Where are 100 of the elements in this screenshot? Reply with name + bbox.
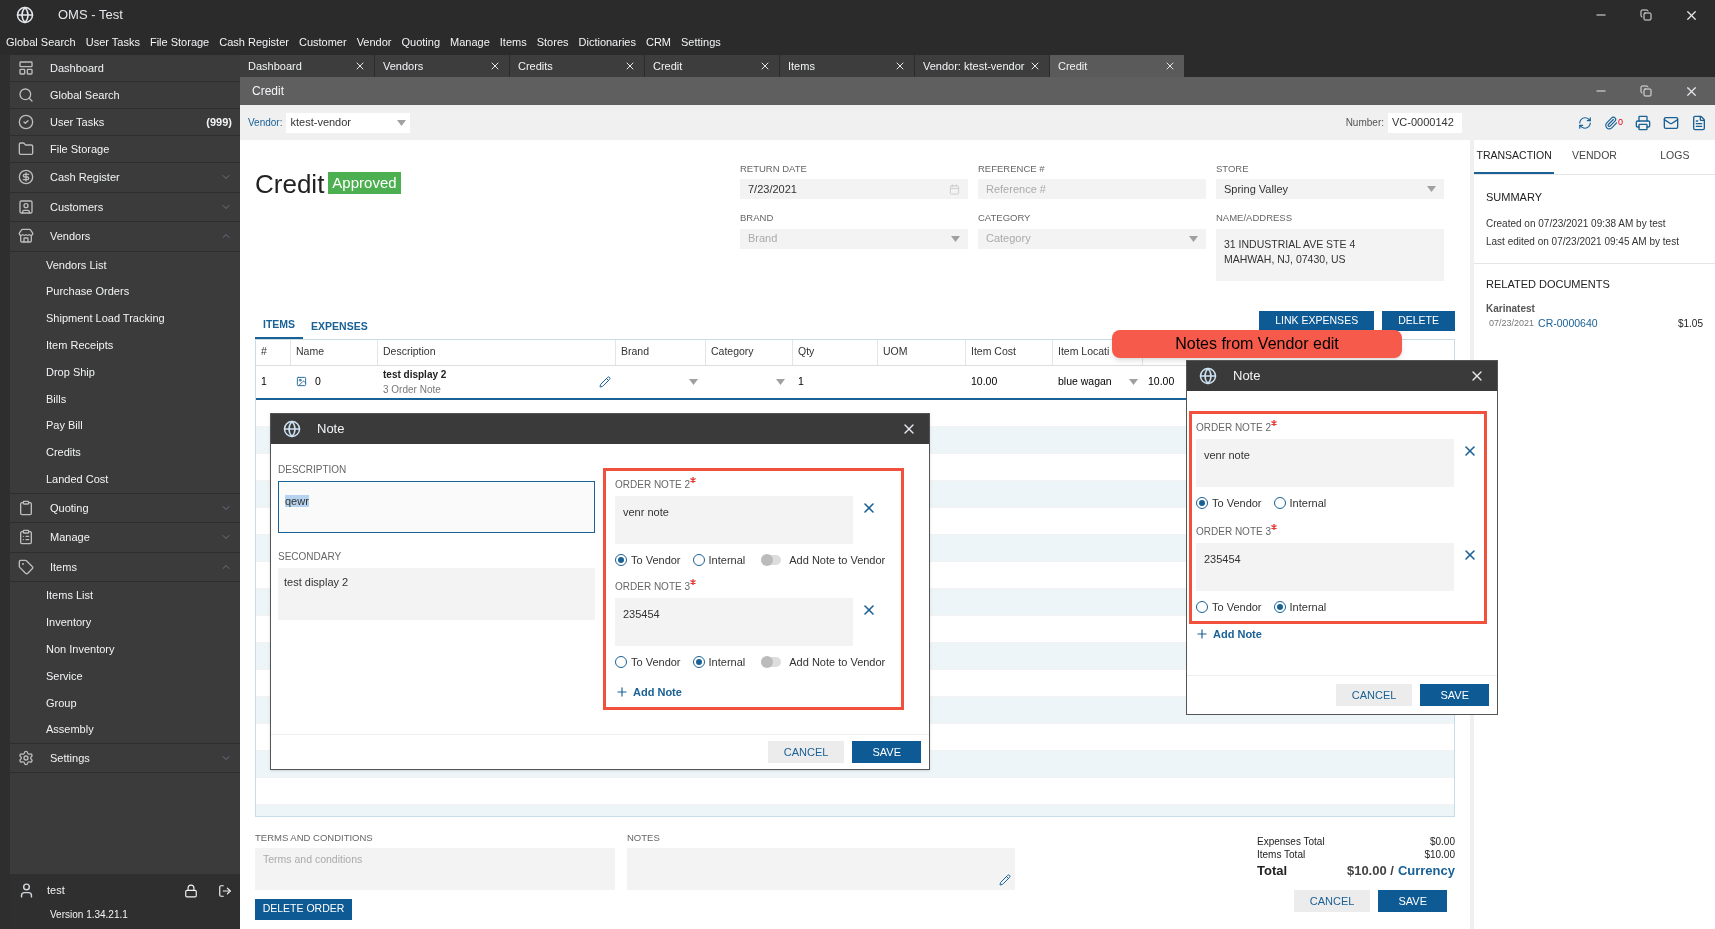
radio-option[interactable]: To Vendor xyxy=(615,552,681,569)
number-field[interactable]: VC-0000142 xyxy=(1388,112,1462,133)
add-note-link[interactable]: Add Note xyxy=(615,684,892,701)
section-tab[interactable]: EXPENSES xyxy=(303,318,376,339)
remove-icon[interactable] xyxy=(861,500,877,516)
menu-item[interactable]: CRM xyxy=(645,34,672,51)
delete-order-button[interactable]: DELETE ORDER xyxy=(255,898,352,920)
radio-option[interactable]: To Vendor xyxy=(1196,598,1262,615)
add-note-link[interactable]: Add Note xyxy=(1189,626,1495,643)
column-header[interactable]: Item Cost xyxy=(971,344,1016,360)
document-tab[interactable]: Vendor: ktest-vendor xyxy=(915,55,1049,77)
vendor-select[interactable]: ktest-vendor xyxy=(286,112,411,133)
related-link[interactable]: CR-0000640 xyxy=(1538,315,1674,332)
menu-item[interactable]: Global Search xyxy=(6,34,76,51)
menu-item[interactable]: Dictionaries xyxy=(578,34,636,51)
column-header[interactable]: Brand xyxy=(621,344,650,360)
edit-icon[interactable] xyxy=(599,375,611,388)
column-header[interactable]: Item Locati xyxy=(1058,344,1110,360)
notes-field[interactable] xyxy=(627,847,1015,890)
menu-item[interactable]: Customer xyxy=(298,34,347,51)
edit-icon[interactable] xyxy=(999,873,1011,886)
save-button[interactable]: SAVE xyxy=(852,741,921,763)
paperclip-icon[interactable] xyxy=(1604,115,1618,130)
restore-icon[interactable] xyxy=(1640,9,1652,21)
note-field[interactable]: venr note xyxy=(615,496,853,544)
radio-option[interactable]: Internal xyxy=(692,653,746,670)
remove-icon[interactable] xyxy=(1462,443,1478,459)
radio-option[interactable]: To Vendor xyxy=(1196,495,1262,512)
secondary-field[interactable]: test display 2 xyxy=(278,568,595,620)
sidebar-subitem[interactable]: Service xyxy=(10,662,240,690)
document-tab[interactable]: Credit xyxy=(645,55,779,77)
lock-icon[interactable] xyxy=(184,883,198,898)
cancel-button[interactable]: CANCEL xyxy=(1335,684,1413,706)
sidebar-item[interactable]: File Storage xyxy=(10,136,240,163)
sidebar-subitem[interactable]: Items List xyxy=(10,582,240,609)
close-tab-icon[interactable] xyxy=(894,60,906,72)
sidebar-subitem[interactable]: Item Receipts xyxy=(10,331,240,359)
close-tab-icon[interactable] xyxy=(1164,60,1176,72)
cancel-button[interactable]: CANCEL xyxy=(767,741,845,763)
radio-option[interactable]: Internal xyxy=(692,552,746,569)
document-tab[interactable]: Credit xyxy=(1050,55,1184,77)
close-tab-icon[interactable] xyxy=(489,60,501,72)
column-header[interactable]: # xyxy=(261,344,267,360)
close-tab-icon[interactable] xyxy=(1029,60,1041,72)
panel-tab[interactable]: TRANSACTION xyxy=(1474,140,1555,174)
document-tab[interactable]: Items xyxy=(780,55,914,77)
radio-option[interactable]: Internal xyxy=(1273,495,1327,512)
sidebar-subitem[interactable]: Credits xyxy=(10,439,240,466)
mail-icon[interactable] xyxy=(1663,114,1679,131)
sidebar-item[interactable]: Items xyxy=(10,552,240,583)
date-field[interactable]: 7/23/2021 xyxy=(740,179,968,200)
sidebar-subitem[interactable]: Inventory xyxy=(10,608,240,636)
sidebar-subitem[interactable]: Non Inventory xyxy=(10,635,240,663)
menu-item[interactable]: Items xyxy=(499,34,527,51)
sidebar-subitem[interactable]: Vendors List xyxy=(10,251,240,279)
sidebar-subitem[interactable]: Drop Ship xyxy=(10,358,240,386)
sidebar-subitem[interactable]: Landed Cost xyxy=(10,465,240,493)
menu-item[interactable]: Quoting xyxy=(401,34,441,51)
sidebar-item[interactable]: Settings xyxy=(10,743,240,774)
sidebar-item[interactable]: Vendors xyxy=(10,222,240,252)
document-tab[interactable]: Credits xyxy=(510,55,644,77)
menu-item[interactable]: Manage xyxy=(450,34,490,51)
refresh-icon[interactable] xyxy=(1578,115,1592,130)
column-header[interactable]: UOM xyxy=(883,344,908,360)
menu-item[interactable]: Settings xyxy=(681,34,721,51)
toggle-switch[interactable] xyxy=(761,656,782,667)
section-tab[interactable]: ITEMS xyxy=(255,316,304,339)
close-tab-icon[interactable] xyxy=(354,60,366,72)
column-header[interactable]: Description xyxy=(383,344,436,360)
column-header[interactable]: Qty xyxy=(798,344,815,360)
menu-item[interactable]: Cash Register xyxy=(219,34,289,51)
document-tab[interactable]: Vendors xyxy=(375,55,509,77)
sidebar-item[interactable]: Manage xyxy=(10,523,240,553)
sidebar-subitem[interactable]: Purchase Orders xyxy=(10,278,240,306)
menu-item[interactable]: Stores xyxy=(536,34,569,51)
radio-option[interactable]: Internal xyxy=(1273,598,1327,615)
sidebar-subitem[interactable]: Assembly xyxy=(10,716,240,743)
sidebar-item[interactable]: User Tasks (999) xyxy=(10,109,240,136)
document-icon[interactable] xyxy=(1691,114,1707,131)
restore-icon[interactable] xyxy=(1640,85,1652,97)
sidebar-item[interactable]: Quoting xyxy=(10,493,240,524)
cancel-button[interactable]: CANCEL xyxy=(1293,890,1371,912)
sidebar-subitem[interactable]: Pay Bill xyxy=(10,412,240,440)
sidebar-item[interactable]: Dashboard xyxy=(10,55,240,82)
toggle-switch[interactable] xyxy=(761,555,782,566)
menu-item[interactable]: File Storage xyxy=(149,34,210,51)
description-field[interactable]: qewr xyxy=(278,481,595,533)
sidebar-item[interactable]: Global Search xyxy=(10,82,240,109)
delete-button[interactable]: DELETE xyxy=(1382,310,1455,331)
save-button[interactable]: SAVE xyxy=(1378,890,1447,912)
note-field[interactable]: 235454 xyxy=(615,597,853,646)
close-tab-icon[interactable] xyxy=(624,60,636,72)
document-tab[interactable]: Dashboard xyxy=(240,55,374,77)
sidebar-subitem[interactable]: Shipment Load Tracking xyxy=(10,305,240,332)
column-header[interactable]: Category xyxy=(711,344,754,360)
note-field[interactable]: venr note xyxy=(1196,439,1454,487)
radio-option[interactable]: To Vendor xyxy=(615,653,681,670)
panel-tab[interactable]: LOGS xyxy=(1634,140,1715,174)
note-field[interactable]: 235454 xyxy=(1196,542,1454,591)
save-button[interactable]: SAVE xyxy=(1420,684,1489,706)
